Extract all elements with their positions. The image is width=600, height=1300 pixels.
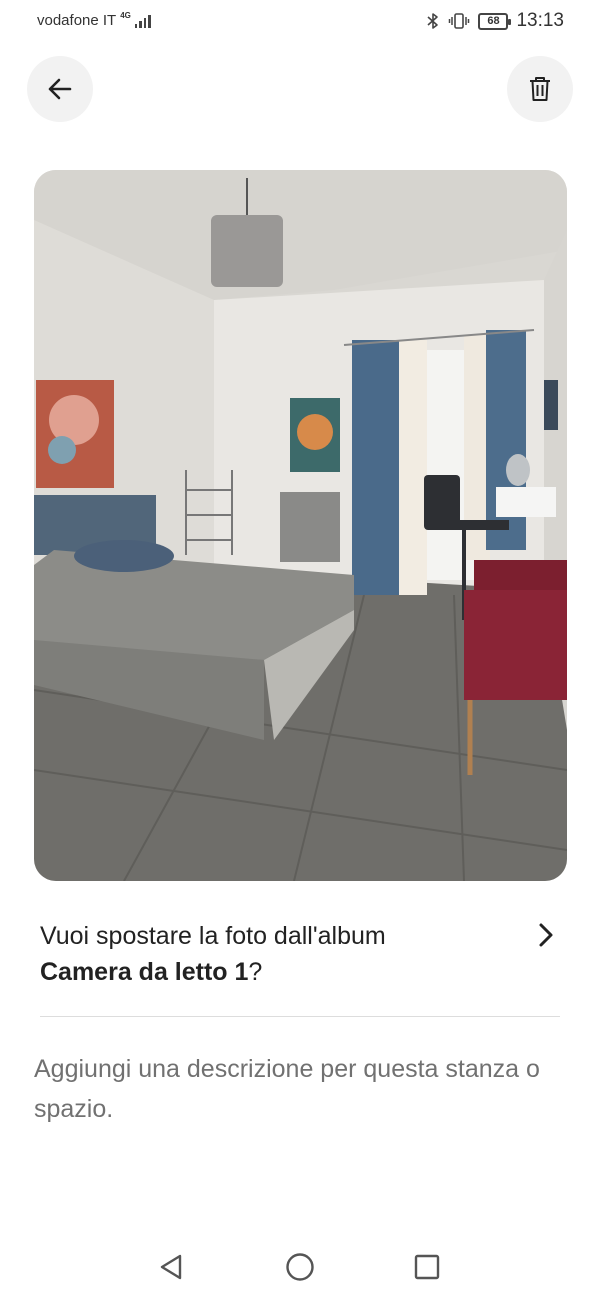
clock: 13:13 <box>516 10 564 31</box>
nav-recents-button[interactable] <box>410 1250 444 1284</box>
delete-photo-button[interactable] <box>507 56 573 122</box>
network-type: 4G <box>120 10 131 20</box>
battery-level: 68 <box>487 14 500 27</box>
back-triangle-icon <box>160 1254 182 1280</box>
move-album-text: Vuoi spostare la foto dall'album Camera … <box>40 918 520 990</box>
arrow-left-icon <box>48 78 72 100</box>
bluetooth-icon <box>427 13 439 29</box>
vibrate-icon <box>449 13 470 29</box>
status-icons: 68 13:13 <box>426 10 564 32</box>
system-nav-bar <box>0 1236 600 1300</box>
back-button[interactable] <box>27 56 93 122</box>
description-input[interactable]: Aggiungi una descrizione per questa stan… <box>34 1049 554 1129</box>
home-circle-icon <box>286 1253 314 1281</box>
chevron-right-icon <box>539 923 553 947</box>
signal-icon <box>134 14 151 28</box>
recents-square-icon <box>414 1254 440 1280</box>
battery-icon: 68 <box>478 12 512 30</box>
bedroom-photo <box>34 170 567 881</box>
trash-icon <box>530 77 550 101</box>
carrier-info: vodafone IT 4G <box>37 10 151 29</box>
status-bar: vodafone IT 4G 68 13:13 <box>0 0 600 44</box>
divider <box>40 1016 560 1017</box>
album-name: Camera da letto 1 <box>40 958 249 986</box>
carrier-name: vodafone IT <box>37 12 117 29</box>
move-album-question: Vuoi spostare la foto dall'album <box>40 922 386 950</box>
nav-back-button[interactable] <box>154 1250 188 1284</box>
question-mark: ? <box>248 958 263 986</box>
move-album-prompt[interactable]: Vuoi spostare la foto dall'album Camera … <box>40 918 560 998</box>
nav-home-button[interactable] <box>283 1250 317 1284</box>
